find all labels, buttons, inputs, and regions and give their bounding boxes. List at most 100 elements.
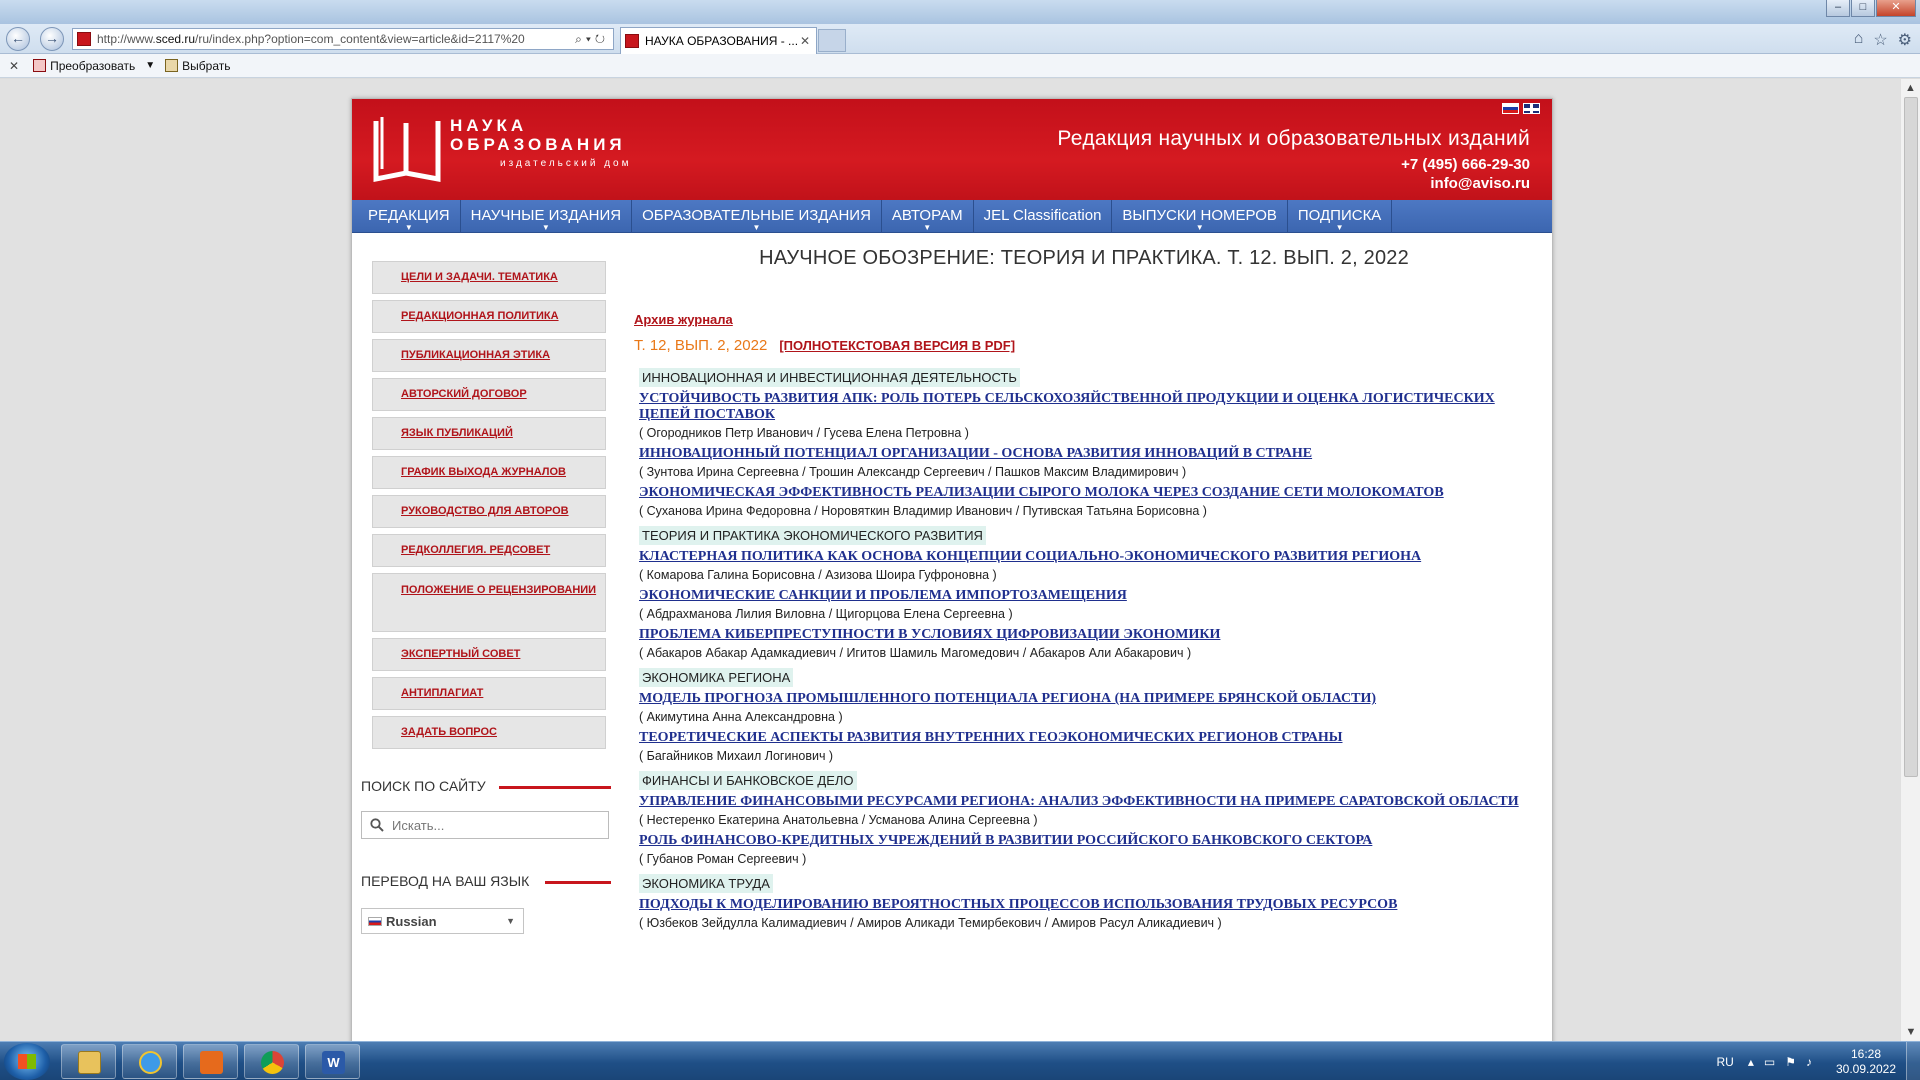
header-email[interactable]: info@aviso.ru — [1057, 174, 1530, 193]
journal-archive-link[interactable]: Архив журнала — [634, 312, 733, 327]
header-phone: +7 (495) 666-29-30 — [1401, 156, 1530, 173]
folder-icon — [78, 1051, 101, 1074]
sidebar-link[interactable]: ПУБЛИКАЦИОННАЯ ЭТИКА — [372, 339, 606, 372]
article-title-link[interactable]: УСТОЙЧИВОСТЬ РАЗВИТИЯ АПК: РОЛЬ ПОТЕРЬ С… — [639, 391, 1529, 423]
sidebar-link[interactable]: АВТОРСКИЙ ДОГОВОР — [372, 378, 606, 411]
article-authors: ( Огородников Петр Иванович / Гусева Еле… — [639, 426, 969, 440]
chevron-down-icon: ▼ — [404, 223, 413, 232]
section-heading: ЭКОНОМИКА РЕГИОНА — [639, 668, 794, 687]
taskbar-media-player[interactable] — [183, 1044, 238, 1079]
internet-explorer-icon — [139, 1051, 162, 1074]
article-title-link[interactable]: МОДЕЛЬ ПРОГНОЗА ПРОМЫШЛЕННОГО ПОТЕНЦИАЛА… — [639, 691, 1529, 707]
system-clock[interactable]: 16:28 30.09.2022 — [1826, 1047, 1906, 1077]
taskbar-word[interactable]: W — [305, 1044, 360, 1079]
article-authors: ( Нестеренко Екатерина Анатольевна / Усм… — [639, 813, 1038, 827]
nav-item[interactable]: ОБРАЗОВАТЕЛЬНЫЕ ИЗДАНИЯ ▼ — [632, 200, 882, 233]
input-language-indicator[interactable]: RU — [1717, 1055, 1734, 1069]
chevron-down-icon: ▼ — [752, 223, 761, 232]
vertical-scrollbar[interactable]: ▲ ▼ — [1900, 79, 1920, 1041]
sidebar-link[interactable]: РЕДКОЛЛЕГИЯ. РЕДСОВЕТ — [372, 534, 606, 567]
sidebar-link[interactable]: ЦЕЛИ И ЗАДАЧИ. ТЕМАТИКА — [372, 261, 606, 294]
settings-gear-icon[interactable]: ⚙ — [1898, 30, 1912, 50]
publisher-logo-text[interactable]: НАУКА ОБРАЗОВАНИЯ издательский дом — [450, 116, 631, 173]
article-title-link[interactable]: ИННОВАЦИОННЫЙ ПОТЕНЦИАЛ ОРГАНИЗАЦИИ - ОС… — [639, 446, 1529, 462]
back-icon[interactable]: ← — [6, 27, 30, 51]
scrollbar-thumb[interactable] — [1904, 97, 1918, 777]
nav-item[interactable]: JEL Classification — [974, 200, 1113, 233]
forward-icon[interactable]: → — [40, 27, 64, 51]
action-center-flag-icon[interactable]: ⚑ — [1785, 1055, 1796, 1069]
taskbar-explorer[interactable] — [61, 1044, 116, 1079]
language-select[interactable]: Russian ▼ — [361, 908, 524, 934]
minimize-button[interactable]: – — [1826, 0, 1850, 17]
book-logo-icon[interactable] — [370, 113, 444, 185]
nav-item[interactable]: ВЫПУСКИ НОМЕРОВ ▼ — [1112, 200, 1288, 233]
sidebar-link[interactable]: ГРАФИК ВЫХОДА ЖУРНАЛОВ — [372, 456, 606, 489]
nav-item[interactable]: НАУЧНЫЕ ИЗДАНИЯ ▼ — [461, 200, 633, 233]
address-url[interactable]: http://www.sced.ru/ru/index.php?option=c… — [97, 32, 571, 46]
search-input[interactable]: Искать... — [392, 818, 444, 833]
sidebar-link[interactable]: ЭКСПЕРТНЫЙ СОВЕТ — [372, 638, 606, 671]
article-title-link[interactable]: РОЛЬ ФИНАНСОВО-КРЕДИТНЫХ УЧРЕЖДЕНИЙ В РА… — [639, 833, 1529, 849]
article-title-link[interactable]: КЛАСТЕРНАЯ ПОЛИТИКА КАК ОСНОВА КОНЦЕПЦИИ… — [639, 549, 1529, 565]
sidebar-link[interactable]: ЯЗЫК ПУБЛИКАЦИЙ — [372, 417, 606, 450]
language-selected-value: Russian — [386, 913, 437, 929]
article-authors: ( Юзбеков Зейдулла Калимадиевич / Амиров… — [639, 916, 1222, 930]
address-bar[interactable]: http://www.sced.ru/ru/index.php?option=c… — [72, 28, 614, 50]
maximize-button[interactable]: □ — [1851, 0, 1875, 17]
article-entry: УСТОЙЧИВОСТЬ РАЗВИТИЯ АПК: РОЛЬ ПОТЕРЬ С… — [639, 391, 1529, 441]
sidebar-link[interactable]: РЕДАКЦИОННАЯ ПОЛИТИКА — [372, 300, 606, 333]
full-text-pdf-link[interactable]: [ПОЛНОТЕКСТОВАЯ ВЕРСИЯ В PDF] — [779, 338, 1015, 353]
taskbar-internet-explorer[interactable] — [122, 1044, 177, 1079]
article-title-link[interactable]: УПРАВЛЕНИЕ ФИНАНСОВЫМИ РЕСУРСАМИ РЕГИОНА… — [639, 794, 1529, 810]
start-button[interactable] — [4, 1043, 50, 1080]
tab-close-icon[interactable]: ✕ — [800, 34, 810, 48]
search-heading: ПОИСК ПО САЙТУ — [361, 778, 611, 794]
article-title-link[interactable]: ТЕОРЕТИЧЕСКИЕ АСПЕКТЫ РАЗВИТИЯ ВНУТРЕННИ… — [639, 730, 1529, 746]
convert-dropdown-icon[interactable]: ▼ — [145, 60, 155, 71]
favorites-star-icon[interactable]: ☆ — [1873, 30, 1887, 50]
taskbar-chrome[interactable] — [244, 1044, 299, 1079]
chevron-down-icon: ▼ — [1195, 223, 1204, 232]
article-title-link[interactable]: ПОДХОДЫ К МОДЕЛИРОВАНИЮ ВЕРОЯТНОСТНЫХ ПР… — [639, 897, 1529, 913]
select-button[interactable]: Выбрать — [165, 59, 230, 73]
table-of-contents: ИННОВАЦИОННАЯ И ИНВЕСТИЦИОННАЯ ДЕЯТЕЛЬНО… — [639, 366, 1529, 936]
issue-label: Т. 12, ВЫП. 2, 2022 — [634, 337, 768, 354]
article-title-link[interactable]: ПРОБЛЕМА КИБЕРПРЕСТУПНОСТИ В УСЛОВИЯХ ЦИ… — [639, 627, 1529, 643]
new-tab-button[interactable] — [818, 29, 846, 52]
article-title-link[interactable]: ЭКОНОМИЧЕСКИЕ САНКЦИИ И ПРОБЛЕМА ИМПОРТО… — [639, 588, 1529, 604]
command-bar: ✕ Преобразовать ▼ Выбрать — [0, 54, 1920, 78]
sidebar-link[interactable]: ЗАДАТЬ ВОПРОС — [372, 716, 606, 749]
word-icon: W — [322, 1051, 345, 1074]
nav-item[interactable]: АВТОРАМ ▼ — [882, 200, 974, 233]
issue-row: Т. 12, ВЫП. 2, 2022 [ПОЛНОТЕКСТОВАЯ ВЕРС… — [634, 337, 1015, 354]
show-desktop-button[interactable] — [1906, 1042, 1920, 1080]
select-icon — [165, 59, 179, 72]
volume-icon[interactable]: ♪ — [1806, 1055, 1812, 1069]
scroll-down-icon[interactable]: ▼ — [1901, 1023, 1920, 1041]
site-search-box[interactable]: Искать... — [361, 811, 609, 839]
nav-item[interactable]: РЕДАКЦИЯ ▼ — [358, 200, 461, 233]
scroll-up-icon[interactable]: ▲ — [1901, 79, 1920, 97]
article-title-link[interactable]: ЭКОНОМИЧЕСКАЯ ЭФФЕКТИВНОСТЬ РЕАЛИЗАЦИИ С… — [639, 485, 1529, 501]
address-tools-icon[interactable]: ⌕▾↻ — [571, 32, 613, 47]
show-hidden-icons-icon[interactable]: ▴ — [1748, 1055, 1754, 1069]
convert-button[interactable]: Преобразовать — [33, 59, 135, 73]
section-heading: ТЕОРИЯ И ПРАКТИКА ЭКОНОМИЧЕСКОГО РАЗВИТИ… — [639, 526, 986, 545]
tab-nauka-obrazovaniya[interactable]: НАУКА ОБРАЗОВАНИЯ - ... ✕ — [620, 27, 817, 54]
article-entry: РОЛЬ ФИНАНСОВО-КРЕДИТНЫХ УЧРЕЖДЕНИЙ В РА… — [639, 833, 1529, 867]
home-icon[interactable]: ⌂ — [1854, 30, 1864, 50]
english-flag-icon[interactable] — [1523, 103, 1540, 114]
sidebar-link[interactable]: РУКОВОДСТВО ДЛЯ АВТОРОВ — [372, 495, 606, 528]
network-icon[interactable]: ▭ — [1764, 1055, 1775, 1069]
article-authors: ( Губанов Роман Сергеевич ) — [639, 852, 807, 866]
sidebar-link[interactable]: ПОЛОЖЕНИЕ О РЕЦЕНЗИРОВАНИИ — [372, 573, 606, 632]
russian-flag-icon[interactable] — [1502, 103, 1519, 114]
close-window-button[interactable]: ✕ — [1876, 0, 1916, 17]
nav-item[interactable]: ПОДПИСКА ▼ — [1288, 200, 1393, 233]
close-command-bar-icon[interactable]: ✕ — [9, 59, 19, 73]
page-viewport: НАУКА ОБРАЗОВАНИЯ издательский дом Редак… — [0, 79, 1900, 1041]
sidebar-menu: ЦЕЛИ И ЗАДАЧИ. ТЕМАТИКА РЕДАКЦИОННАЯ ПОЛИ… — [372, 261, 606, 755]
sidebar-link[interactable]: АНТИПЛАГИАТ — [372, 677, 606, 710]
media-player-icon — [200, 1051, 223, 1074]
